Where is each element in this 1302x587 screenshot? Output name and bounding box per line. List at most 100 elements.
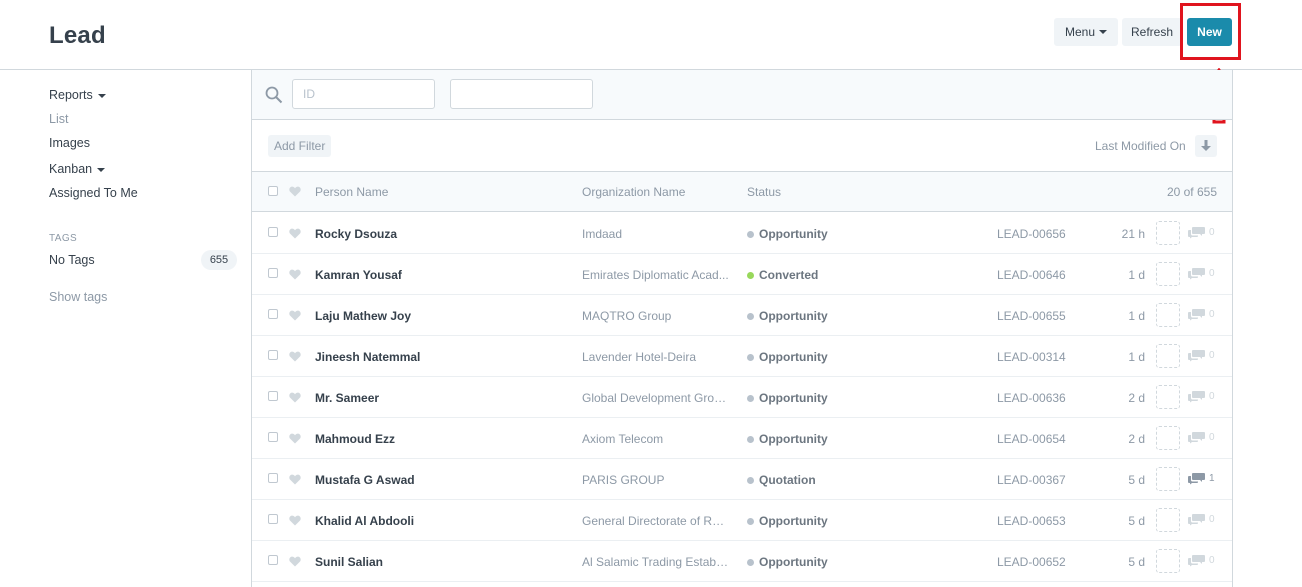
person-name-link[interactable]: Kamran Yousaf <box>315 268 402 282</box>
assignee-avatar-placeholder[interactable] <box>1156 467 1180 491</box>
assignee-avatar-placeholder[interactable] <box>1156 262 1180 286</box>
status-dot <box>747 558 754 566</box>
page-title: Lead <box>49 22 106 49</box>
status-indicator[interactable]: Converted <box>747 268 818 282</box>
assignee-avatar-placeholder[interactable] <box>1156 303 1180 327</box>
status-indicator[interactable]: Opportunity <box>747 309 828 323</box>
status-indicator[interactable]: Quotation <box>747 473 816 487</box>
add-filter-button[interactable]: Add Filter <box>268 135 332 157</box>
person-name-link[interactable]: Jineesh Natemmal <box>315 350 420 364</box>
row-checkbox[interactable] <box>268 432 278 442</box>
person-name-link[interactable]: Mustafa G Aswad <box>315 473 415 487</box>
caret-down-icon <box>97 93 106 98</box>
heart-icon[interactable] <box>289 269 301 280</box>
show-tags-label: Show tags <box>49 290 108 304</box>
highlight-box <box>1180 3 1241 60</box>
column-header-status[interactable]: Status <box>747 185 781 199</box>
heart-icon[interactable] <box>289 556 301 567</box>
organization-name: General Directorate of Res... <box>582 514 730 528</box>
sort-field-selector[interactable]: Last Modified On <box>1095 139 1186 153</box>
refresh-button[interactable]: Refresh <box>1122 18 1182 46</box>
status-label: Opportunity <box>759 309 828 323</box>
sidebar-item-kanban[interactable]: Kanban <box>49 162 106 176</box>
menu-button[interactable]: Menu <box>1054 18 1118 46</box>
row-checkbox[interactable] <box>268 227 278 237</box>
row-checkbox[interactable] <box>268 268 278 278</box>
person-name-link[interactable]: Rocky Dsouza <box>315 227 397 241</box>
sidebar-item-no-tags[interactable]: No Tags <box>49 253 95 267</box>
table-row[interactable]: Khalid Al Abdooli General Directorate of … <box>252 500 1232 541</box>
sidebar-item-label: List <box>49 112 69 126</box>
heart-icon[interactable] <box>289 186 301 197</box>
heart-icon[interactable] <box>289 351 301 362</box>
sort-order-button[interactable] <box>1195 135 1217 157</box>
heart-icon[interactable] <box>289 310 301 321</box>
sort-descending-icon <box>1201 140 1211 151</box>
table-row[interactable]: Kamran Yousaf Emirates Diplomatic Acad...… <box>252 254 1232 295</box>
heart-icon[interactable] <box>289 433 301 444</box>
comment-count[interactable]: 0 <box>1188 308 1215 321</box>
comment-count[interactable]: 0 <box>1188 226 1215 239</box>
row-checkbox[interactable] <box>268 391 278 401</box>
comment-count[interactable]: 0 <box>1188 349 1215 362</box>
row-checkbox[interactable] <box>268 309 278 319</box>
status-indicator[interactable]: Opportunity <box>747 227 828 241</box>
comment-count[interactable]: 0 <box>1188 390 1215 403</box>
comment-count[interactable]: 0 <box>1188 554 1215 567</box>
select-all-checkbox[interactable] <box>268 186 278 196</box>
status-indicator[interactable]: Opportunity <box>747 432 828 446</box>
comment-count[interactable]: 1 <box>1188 472 1215 485</box>
assignee-avatar-placeholder[interactable] <box>1156 344 1180 368</box>
assignee-avatar-placeholder[interactable] <box>1156 426 1180 450</box>
person-name-link[interactable]: Sunil Salian <box>315 555 383 569</box>
table-row[interactable]: Laju Mathew Joy MAQTRO Group Opportunity LE… <box>252 295 1232 336</box>
secondary-filter-input[interactable] <box>450 79 593 109</box>
status-indicator[interactable]: Opportunity <box>747 514 828 528</box>
heart-icon[interactable] <box>289 228 301 239</box>
row-checkbox[interactable] <box>268 555 278 565</box>
organization-name: Emirates Diplomatic Acad... <box>582 268 729 282</box>
assignee-avatar-placeholder[interactable] <box>1156 221 1180 245</box>
organization-name: Axiom Telecom <box>582 432 664 446</box>
comment-count[interactable]: 0 <box>1188 431 1215 444</box>
sidebar-item-list[interactable]: List <box>49 112 68 126</box>
table-row[interactable]: Mr. Sameer Global Development Grou... Oppo… <box>252 377 1232 418</box>
person-name-link[interactable]: Laju Mathew Joy <box>315 309 411 323</box>
comment-count[interactable]: 0 <box>1188 267 1215 280</box>
table-row[interactable]: Sunil Salian Al Salamic Trading Establis.… <box>252 541 1232 582</box>
comment-count[interactable]: 0 <box>1188 513 1215 526</box>
assignee-avatar-placeholder[interactable] <box>1156 508 1180 532</box>
assignee-avatar-placeholder[interactable] <box>1156 385 1180 409</box>
table-row[interactable]: Jineesh Natemmal Lavender Hotel-Deira Oppo… <box>252 336 1232 377</box>
person-name-link[interactable]: Mahmoud Ezz <box>315 432 395 446</box>
lead-id: LEAD-00367 <box>997 473 1066 487</box>
show-tags-link[interactable]: Show tags <box>49 290 107 304</box>
sort-bar: Add Filter Last Modified On <box>252 121 1232 172</box>
column-header-person-name[interactable]: Person Name <box>315 185 388 199</box>
table-row[interactable]: Rocky Dsouza Imdaad Opportunity LEAD-00656 2… <box>252 213 1232 254</box>
search-icon[interactable] <box>265 86 283 104</box>
assignee-avatar-placeholder[interactable] <box>1156 549 1180 573</box>
heart-icon[interactable] <box>289 474 301 485</box>
sidebar-item-images[interactable]: Images <box>49 136 90 150</box>
sidebar-item-assigned-to-me[interactable]: Assigned To Me <box>49 186 138 200</box>
tags-header: TAGS <box>49 233 78 244</box>
caret-down-icon <box>1099 30 1108 34</box>
person-name-link[interactable]: Mr. Sameer <box>315 391 379 405</box>
id-filter-input[interactable]: ID <box>292 79 435 109</box>
row-checkbox[interactable] <box>268 473 278 483</box>
row-checkbox[interactable] <box>268 514 278 524</box>
column-header-organization-name[interactable]: Organization Name <box>582 185 685 199</box>
sidebar-item-reports[interactable]: Reports <box>49 88 106 102</box>
status-indicator[interactable]: Opportunity <box>747 350 828 364</box>
status-indicator[interactable]: Opportunity <box>747 391 828 405</box>
table-row[interactable]: Mahmoud Ezz Axiom Telecom Opportunity LEAD-… <box>252 418 1232 459</box>
list-header: Person Name Organization Name Status 20 … <box>252 172 1232 212</box>
person-name-link[interactable]: Khalid Al Abdooli <box>315 514 414 528</box>
table-row[interactable]: Mustafa G Aswad PARIS GROUP Quotation LEAD-… <box>252 459 1232 500</box>
status-indicator[interactable]: Opportunity <box>747 555 828 569</box>
heart-icon[interactable] <box>289 515 301 526</box>
modified-time: 5 d <box>1128 555 1145 569</box>
heart-icon[interactable] <box>289 392 301 403</box>
row-checkbox[interactable] <box>268 350 278 360</box>
